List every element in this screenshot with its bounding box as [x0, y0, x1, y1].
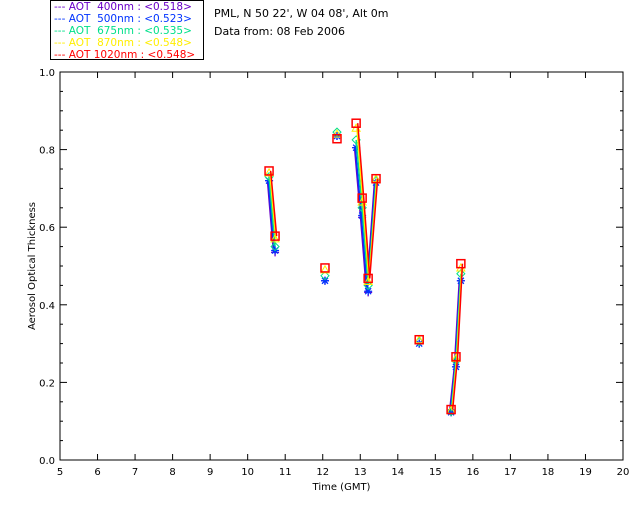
x-tick-label: 8 — [169, 467, 175, 478]
legend-entry-675: --- AOT 675nm : <0.535> — [54, 25, 192, 37]
x-axis-label: Time (GMT) — [312, 482, 371, 493]
data-point — [320, 276, 329, 285]
x-tick-label: 17 — [504, 467, 517, 478]
aot-chart: 5 6 7 8 9 10 11 12 13 14 15 16 17 18 19 20 0.0 0.2 0.4 0.6 0… — [27, 68, 630, 493]
x-tick-label: 5 — [57, 467, 63, 478]
x-tick-label: 11 — [279, 467, 292, 478]
y-tick-label: 0.8 — [39, 146, 55, 157]
x-tick-label: 18 — [542, 467, 555, 478]
x-tick-label: 9 — [207, 467, 213, 478]
y-axis-label: Aerosol Optical Thickness — [27, 202, 38, 330]
x-tick-label: 6 — [94, 467, 100, 478]
data-point — [351, 118, 361, 128]
legend-entry-400: --- AOT 400nm : <0.518> — [54, 1, 192, 13]
legend: --- AOT 400nm : <0.518> --- AOT 500nm : … — [50, 0, 204, 61]
y-tick-label: 1.0 — [39, 68, 55, 79]
x-tick-label: 10 — [241, 467, 254, 478]
data-point — [364, 287, 373, 296]
y-tick-label: 0.4 — [39, 301, 55, 312]
legend-entry-500: --- AOT 500nm : <0.523> — [54, 13, 192, 25]
y-tick-label: 0.0 — [39, 456, 55, 467]
date-info: Data from: 08 Feb 2006 — [214, 25, 346, 38]
legend-entry-870: --- AOT 870nm : <0.548> — [54, 37, 192, 49]
y-tick-label: 0.2 — [39, 378, 55, 389]
y-tick-label: 0.6 — [39, 223, 55, 234]
x-tick-label: 15 — [429, 467, 442, 478]
x-tick-label: 16 — [466, 467, 479, 478]
legend-entry-1020: --- AOT 1020nm : <0.548> — [54, 49, 196, 61]
x-tick-label: 13 — [354, 467, 367, 478]
x-tick-label: 12 — [316, 467, 329, 478]
x-tick-label: 20 — [617, 467, 630, 478]
x-tick-label: 7 — [132, 467, 138, 478]
site-info: PML, N 50 22', W 04 08', Alt 0m — [214, 7, 389, 20]
x-tick-label: 19 — [579, 467, 592, 478]
x-tick-label: 14 — [391, 467, 404, 478]
plot-frame — [59, 71, 624, 461]
